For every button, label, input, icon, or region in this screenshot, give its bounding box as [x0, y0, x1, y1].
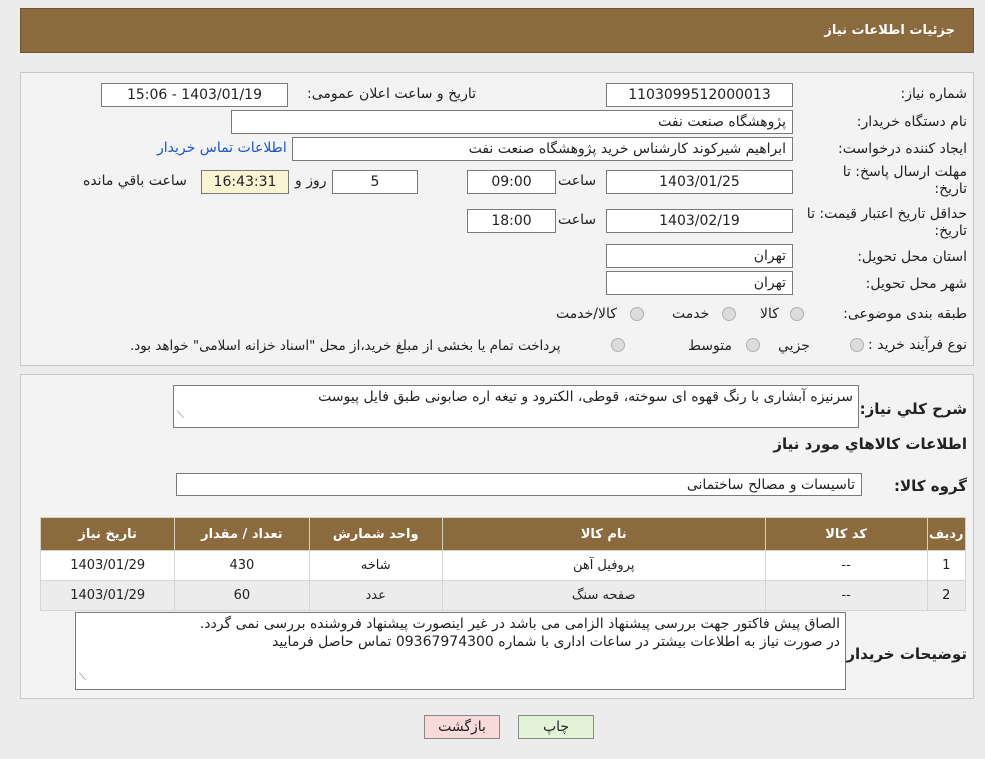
category-option-goods: کالا: [760, 306, 779, 322]
process-option-medium: متوسط: [688, 338, 732, 354]
category-radio-both[interactable]: [630, 307, 644, 321]
announce-label: تاریخ و ساعت اعلان عمومی:: [307, 86, 476, 102]
resize-grip-icon[interactable]: ⟋: [79, 669, 86, 687]
buyer-notes-textarea[interactable]: الصاق پیش فاکتور جهت بررسی پیشنهاد الزام…: [75, 612, 846, 690]
col-qty: تعداد / مقدار: [174, 517, 310, 551]
summary-textarea[interactable]: سرنیزه آبشاری با رنگ قهوه ای سوخته، قوطی…: [173, 385, 859, 428]
city-label: شهر محل تحویل:: [865, 276, 967, 292]
remaining-label: ساعت باقي مانده: [83, 173, 187, 189]
cell-unit: عدد: [308, 580, 443, 611]
buyer-notes-label: توضیحات خریدار:: [840, 645, 967, 663]
cell-row: 1: [926, 550, 967, 581]
remaining-time-field: 16:43:31: [201, 170, 289, 194]
process-radio-minor[interactable]: [850, 338, 864, 352]
table-row: 1 -- پروفیل آهن شاخه 430 1403/01/29: [39, 550, 967, 581]
creator-field: ابراهیم شیرکوند کارشناس خرید پژوهشگاه صن…: [292, 137, 793, 161]
process-radio-treasury[interactable]: [611, 338, 625, 352]
cell-row: 2: [926, 580, 967, 611]
summary-label: شرح کلي نياز:: [859, 400, 967, 418]
col-row: ردیف: [926, 517, 967, 551]
table-row: 2 -- صفحه سنگ عدد 60 1403/01/29: [39, 580, 967, 611]
back-button[interactable]: بازگشت: [424, 715, 500, 739]
summary-text: سرنیزه آبشاری با رنگ قهوه ای سوخته، قوطی…: [318, 389, 853, 405]
cell-qty: 430: [174, 550, 310, 581]
buyer-notes-line1: الصاق پیش فاکتور جهت بررسی پیشنهاد الزام…: [199, 616, 840, 632]
announce-field: 1403/01/19 - 15:06: [101, 83, 288, 107]
province-label: استان محل تحویل:: [857, 249, 967, 265]
validity-date-field: 1403/02/19: [606, 209, 793, 233]
resize-grip-icon[interactable]: ⟋: [177, 407, 184, 425]
days-label: روز و: [295, 173, 327, 189]
goods-group-field: تاسیسات و مصالح ساختمانی: [176, 473, 862, 496]
validity-time-label: ساعت: [558, 212, 597, 228]
cell-code: --: [764, 550, 928, 581]
category-radio-goods[interactable]: [790, 307, 804, 321]
table-header-row: ردیف کد کالا نام کالا واحد شمارش تعداد /…: [39, 517, 967, 551]
cell-name: صفحه سنگ: [441, 580, 766, 611]
category-option-service: خدمت: [672, 306, 710, 322]
page-title: جزئیات اطلاعات نیاز: [824, 23, 955, 38]
deadline-label: مهلت ارسال پاسخ: تا تاریخ:: [842, 164, 967, 197]
process-note: پرداخت تمام یا بخشی از مبلغ خرید،از محل …: [130, 338, 561, 354]
category-option-both: کالا/خدمت: [556, 306, 617, 322]
col-unit: واحد شمارش: [308, 517, 443, 551]
creator-label: ایجاد کننده درخواست:: [838, 141, 967, 157]
goods-heading: اطلاعات کالاهاي مورد نياز: [773, 435, 967, 453]
cell-date: 1403/01/29: [39, 550, 176, 581]
cell-code: --: [764, 580, 928, 611]
contact-buyer-link[interactable]: اطلاعات تماس خریدار: [157, 140, 287, 156]
col-date: تاریخ نیاز: [39, 517, 176, 551]
cell-unit: شاخه: [308, 550, 443, 581]
cell-date: 1403/01/29: [39, 580, 176, 611]
page-title-bar: جزئیات اطلاعات نیاز: [20, 8, 974, 53]
need-number-label: شماره نیاز:: [900, 86, 968, 102]
deadline-time-label: ساعت: [558, 173, 597, 189]
deadline-time-field: 09:00: [467, 170, 556, 194]
print-button[interactable]: چاپ: [518, 715, 594, 739]
process-label: نوع فرآیند خرید :: [868, 337, 967, 353]
need-number-field: 1103099512000013: [606, 83, 793, 107]
buyer-org-field: پژوهشگاه صنعت نفت: [231, 110, 793, 134]
validity-label: حداقل تاریخ اعتبار قیمت: تا تاریخ:: [806, 206, 967, 239]
category-radio-service[interactable]: [722, 307, 736, 321]
cell-qty: 60: [174, 580, 310, 611]
city-field: تهران: [606, 271, 793, 295]
goods-group-label: گروه کالا:: [894, 477, 967, 495]
buyer-notes-line2: در صورت نیاز به اطلاعات بیشتر در ساعات ا…: [272, 634, 840, 650]
col-code: کد کالا: [764, 517, 928, 551]
col-name: نام کالا: [441, 517, 766, 551]
cell-name: پروفیل آهن: [441, 550, 766, 581]
items-table: ردیف کد کالا نام کالا واحد شمارش تعداد /…: [39, 517, 967, 611]
deadline-date-field: 1403/01/25: [606, 170, 793, 194]
province-field: تهران: [606, 244, 793, 268]
validity-time-field: 18:00: [467, 209, 556, 233]
days-field: 5: [332, 170, 418, 194]
process-radio-medium[interactable]: [746, 338, 760, 352]
process-option-minor: جزیي: [778, 338, 810, 354]
buyer-org-label: نام دستگاه خریدار:: [856, 114, 967, 130]
category-label: طبقه بندی موضوعی:: [843, 306, 967, 322]
